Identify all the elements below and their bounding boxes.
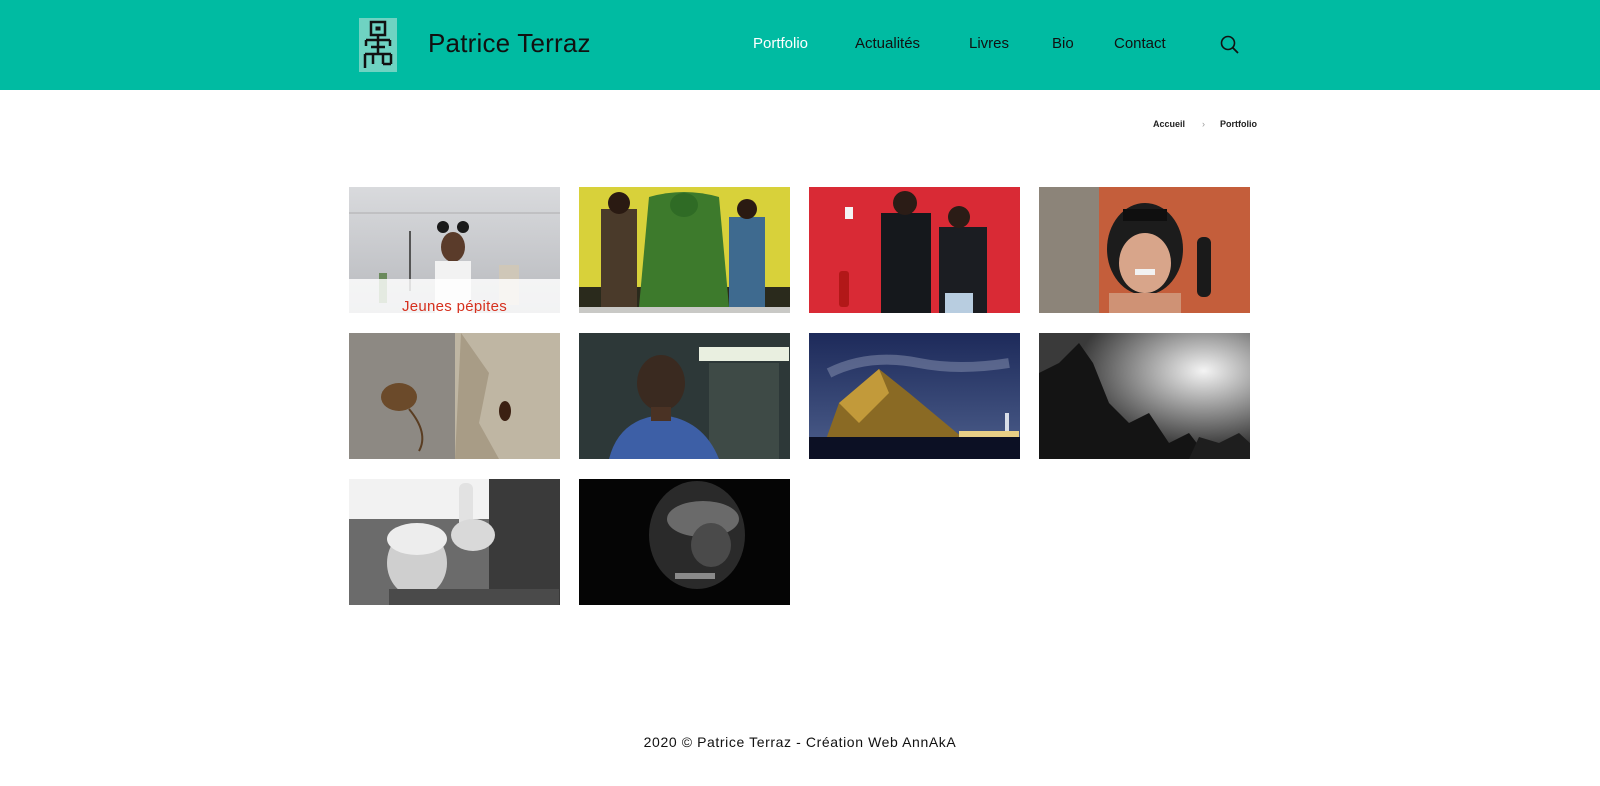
gallery-tile-jeunes-pepites[interactable]: Jeunes pépites <box>349 187 560 313</box>
nav-actualites[interactable]: Actualités <box>855 35 920 52</box>
site-footer: 2020 © Patrice Terraz - Création Web Ann… <box>643 734 957 750</box>
gallery-tile[interactable] <box>1039 187 1250 313</box>
gallery-tile[interactable] <box>349 479 560 605</box>
search-icon[interactable] <box>1219 34 1241 56</box>
gallery-tile[interactable] <box>579 479 790 605</box>
breadcrumb-home[interactable]: Accueil <box>1153 119 1185 129</box>
gallery-tile[interactable] <box>809 333 1020 459</box>
gallery-tile[interactable] <box>579 187 790 313</box>
gallery-tile[interactable] <box>349 333 560 459</box>
nav-portfolio[interactable]: Portfolio <box>753 35 808 52</box>
gallery-tile[interactable] <box>1039 333 1250 459</box>
tile-caption-text: Jeunes pépites <box>401 298 508 313</box>
robot-figure-logo[interactable] <box>359 18 397 72</box>
gallery-tile[interactable] <box>579 333 790 459</box>
site-header: Patrice Terraz Portfolio Actualités Livr… <box>0 0 1600 90</box>
tile-hover-bar <box>579 307 790 313</box>
gallery-tile[interactable] <box>809 187 1020 313</box>
nav-livres[interactable]: Livres <box>969 35 1009 52</box>
site-title[interactable]: Patrice Terraz <box>428 28 591 59</box>
nav-contact[interactable]: Contact <box>1114 35 1166 52</box>
breadcrumb-separator: › <box>1202 119 1205 129</box>
breadcrumb-current: Portfolio <box>1220 119 1257 129</box>
nav-bio[interactable]: Bio <box>1052 35 1074 52</box>
tile-caption-overlay: Jeunes pépites <box>349 279 560 313</box>
